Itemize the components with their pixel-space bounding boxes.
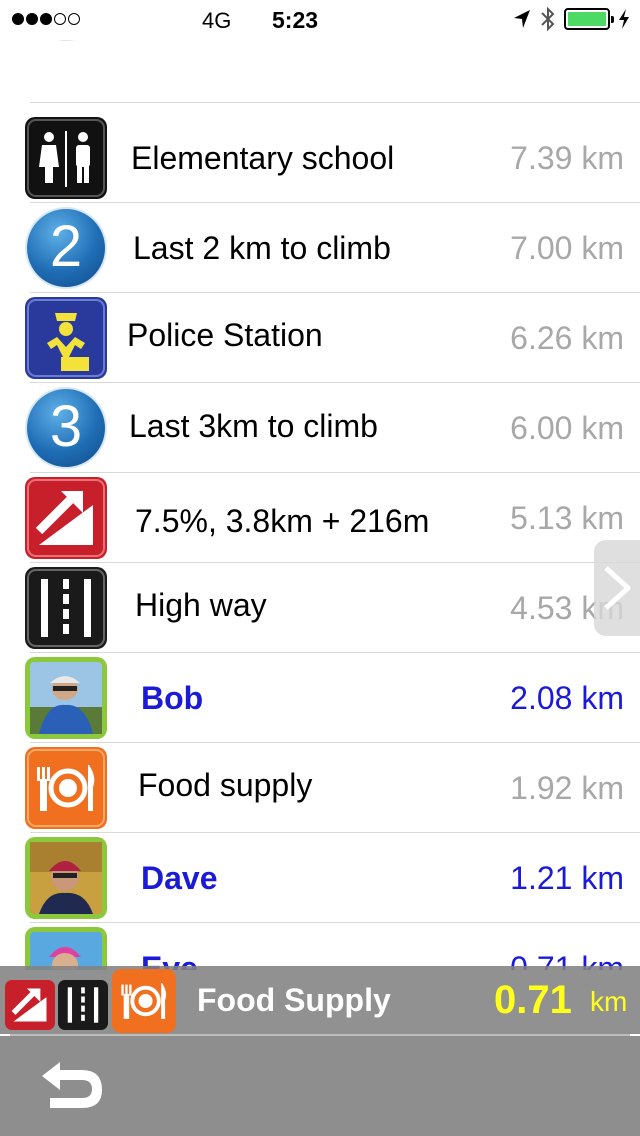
rider-name: Eve [141,950,198,970]
waypoint-distance: 6.26 km [510,320,624,356]
waypoint-name: 7.5%, 3.8km + 216m [135,503,430,539]
waypoint-name: Last 2 km to climb [133,230,391,266]
waypoint-distance: 1.92 km [510,770,624,806]
list-item[interactable]: Dave 1.21 km [0,833,640,923]
distance-unit: km [590,986,628,1017]
waypoint-name: Food supply [138,767,313,803]
list-item[interactable]: Elementary school 7.39 km [0,113,640,203]
waypoint-list[interactable]: Elementary school 7.39 km 2 Last 2 km to… [0,40,640,970]
chevron-right-icon [604,566,631,610]
rider-name: Dave [141,860,218,896]
list-item[interactable]: 2 Last 2 km to climb 7.00 km [0,203,640,293]
waypoint-name: Police Station [127,317,323,353]
list-item[interactable]: Food supply 1.92 km [0,743,640,833]
next-waypoint-name: Food Supply [197,982,391,1018]
carrier-label: 4G [202,8,232,33]
list-item[interactable]: High way 4.53 km [0,563,640,653]
bottom-bar: Food Supply 0.71 km [0,966,640,1136]
charging-icon [619,9,629,29]
back-button[interactable] [38,1058,108,1114]
food-icon[interactable] [112,969,176,1033]
food-icon [25,747,107,829]
side-panel-tab[interactable] [594,540,640,636]
waypoint-name: High way [135,587,267,623]
waypoint-distance: 7.00 km [510,230,624,266]
number-1-icon [25,40,107,41]
return-arrow-icon [42,1062,102,1108]
waypoint-distance: 7.39 km [510,140,624,176]
list-item[interactable]: Police Station 6.26 km [0,293,640,383]
signal-strength-icon [12,13,80,25]
climb-icon [25,477,107,559]
highway-icon [25,567,107,649]
number-3-icon: 3 [25,387,107,469]
bluetooth-icon [541,6,555,32]
list-item[interactable]: Bob 2.08 km [0,653,640,743]
rider-avatar [25,927,107,970]
rider-distance: 1.21 km [510,860,624,896]
rider-distance: 0.71 km [510,950,624,970]
restroom-icon [25,117,107,199]
highway-icon[interactable] [58,980,108,1030]
waypoint-name: Elementary school [131,140,395,176]
status-time: 5:23 [272,7,319,33]
number-2-icon: 2 [25,207,107,289]
list-item[interactable]: 7.5%, 3.8km + 216m 5.13 km [0,473,640,563]
waypoint-name: Last 3km to climb [129,408,378,444]
list-item[interactable] [0,40,640,103]
list-item[interactable]: Eve 0.71 km [0,923,640,970]
waypoint-distance: 6.00 km [510,410,624,446]
rider-name: Bob [141,680,204,716]
list-item[interactable]: 3 Last 3km to climb 6.00 km [0,383,640,473]
location-arrow-icon [514,10,530,28]
status-bar: 4G 5:23 [0,0,640,40]
rider-avatar [25,657,107,739]
police-icon [25,297,107,379]
rider-avatar [25,837,107,919]
rider-distance: 2.08 km [510,680,624,716]
climb-icon[interactable] [5,980,55,1030]
next-waypoint-distance: 0.71 [494,978,572,1022]
battery-icon [564,8,614,30]
